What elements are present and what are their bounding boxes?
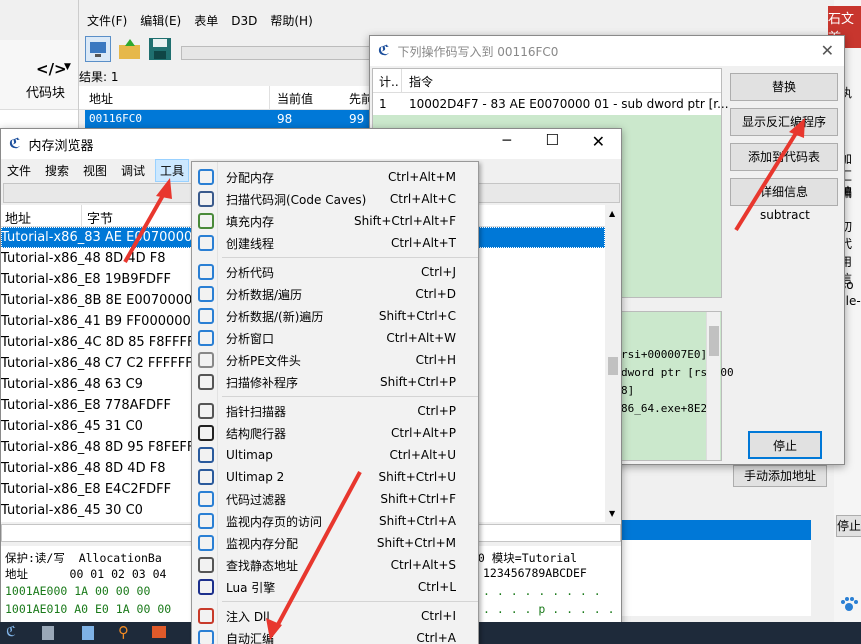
arrow-to-tools-menu — [123, 178, 172, 263]
annotation-arrows — [123, 118, 805, 640]
arrow-to-show-disassembler — [734, 118, 805, 232]
arrow-to-auto-assemble — [266, 471, 362, 640]
